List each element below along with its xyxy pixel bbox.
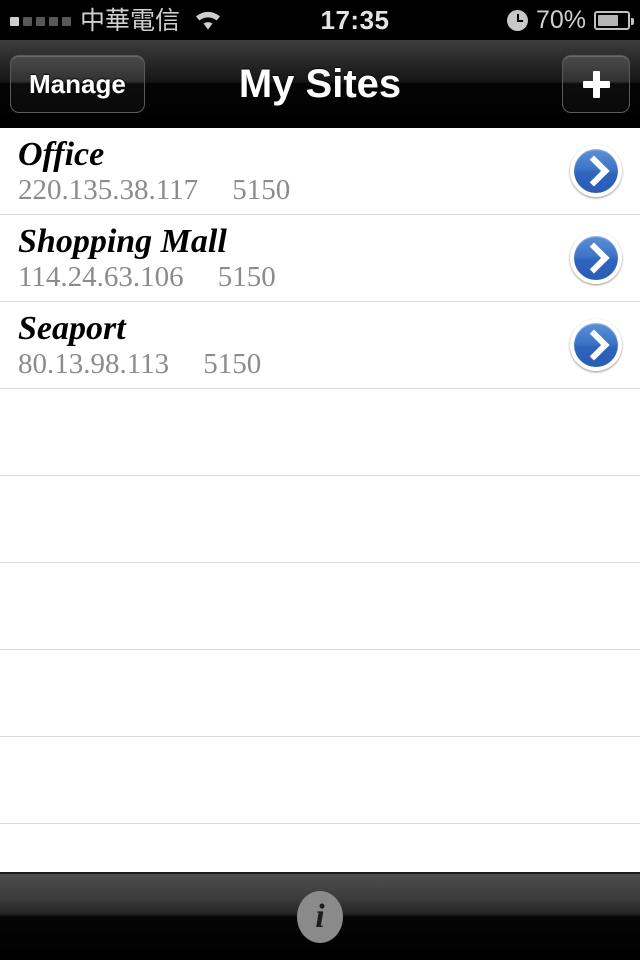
- chevron-right-icon[interactable]: [570, 319, 622, 371]
- site-port: 5150: [203, 347, 262, 380]
- site-address: 80.13.98.113 5150: [18, 347, 640, 380]
- chevron-right-icon[interactable]: [570, 232, 622, 284]
- site-ip: 220.135.38.117: [18, 173, 199, 206]
- status-bar-clock: 17:35: [320, 4, 390, 35]
- plus-icon: [581, 69, 611, 99]
- add-site-button[interactable]: [562, 55, 630, 113]
- status-bar-left: 中華電信: [0, 8, 223, 33]
- site-address: 220.135.38.117 5150: [18, 173, 640, 206]
- clock-icon: [506, 9, 528, 31]
- chevron-right-icon[interactable]: [570, 145, 622, 197]
- wifi-icon: [193, 9, 223, 31]
- navigation-bar: My Sites Manage: [0, 40, 640, 128]
- site-address: 114.24.63.106 5150: [18, 260, 640, 293]
- site-row[interactable]: Shopping Mall 114.24.63.106 5150: [0, 215, 640, 302]
- battery-percent-label: 70%: [535, 5, 586, 34]
- carrier-label: 中華電信: [80, 5, 181, 35]
- site-port: 5150: [232, 173, 291, 206]
- empty-row: [0, 389, 640, 476]
- empty-row: [0, 563, 640, 650]
- info-button[interactable]: i: [297, 891, 343, 943]
- status-bar-right: 70%: [506, 5, 640, 35]
- site-row[interactable]: Seaport 80.13.98.113 5150: [0, 302, 640, 389]
- app-screen: 中華電信 17:35 70% My Sites Manage Office 220…: [0, 0, 640, 960]
- sites-list[interactable]: Office 220.135.38.117 5150 Shopping Mall 114…: [0, 128, 640, 872]
- signal-bars-icon: [10, 12, 71, 28]
- empty-row: [0, 476, 640, 563]
- battery-icon: [594, 10, 634, 30]
- manage-button[interactable]: Manage: [10, 55, 145, 113]
- empty-row: [0, 737, 640, 824]
- site-row[interactable]: Office 220.135.38.117 5150: [0, 128, 640, 215]
- site-name: Shopping Mall: [18, 222, 227, 260]
- bottom-toolbar: i: [0, 872, 640, 960]
- site-name: Office: [18, 135, 105, 173]
- status-bar: 中華電信 17:35 70%: [0, 0, 640, 40]
- site-ip: 80.13.98.113: [18, 347, 170, 380]
- empty-row: [0, 650, 640, 737]
- site-ip: 114.24.63.106: [18, 260, 184, 293]
- site-name: Seaport: [18, 309, 126, 347]
- info-icon: i: [315, 898, 325, 935]
- site-port: 5150: [217, 260, 276, 293]
